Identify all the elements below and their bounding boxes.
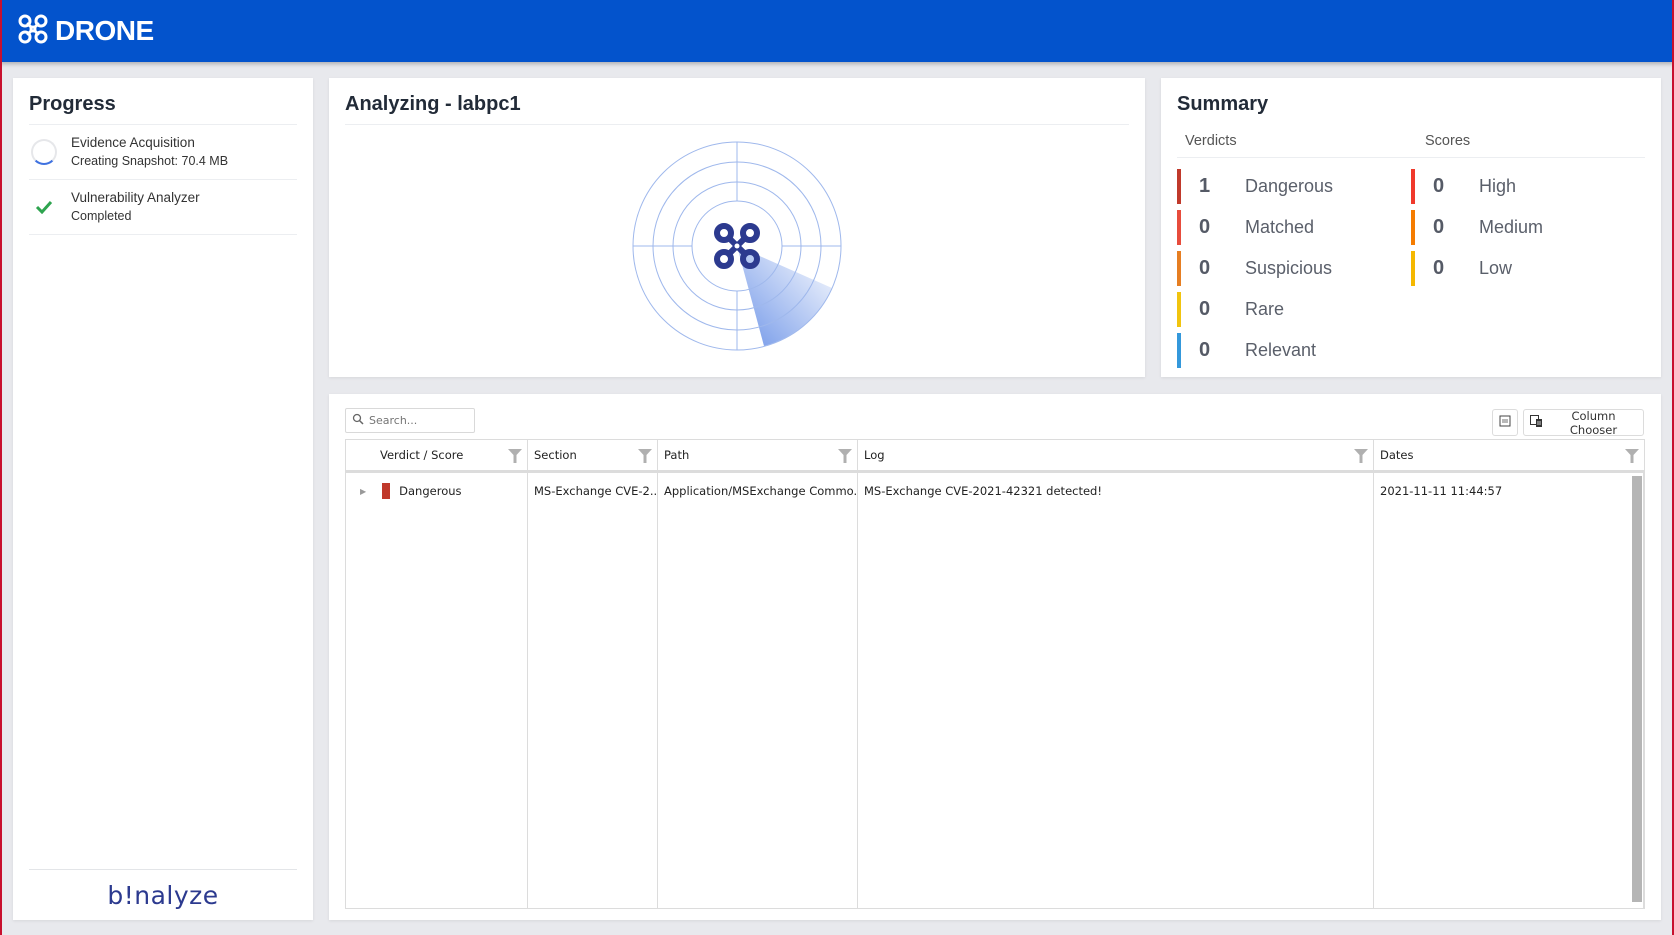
progress-item-status: Completed xyxy=(71,209,132,223)
verdict-count: 0 xyxy=(1199,216,1211,238)
progress-item-name: Evidence Acquisition xyxy=(71,135,195,150)
search-icon xyxy=(352,412,369,430)
severity-bar xyxy=(1411,210,1415,245)
score-medium[interactable]: 0 Medium xyxy=(1411,207,1645,248)
brand-logo[interactable]: DRONE xyxy=(17,13,154,50)
verdict-count: 0 xyxy=(1199,339,1211,361)
search-box[interactable] xyxy=(345,408,475,433)
verdict-relevant[interactable]: 0 Relevant xyxy=(1177,330,1411,371)
progress-item-name: Vulnerability Analyzer xyxy=(71,190,200,205)
table-row-verdict-cell[interactable]: ▶ Dangerous xyxy=(346,473,527,509)
filter-icon[interactable] xyxy=(638,449,652,463)
severity-bar xyxy=(1411,251,1415,286)
verdict-count: 1 xyxy=(1199,175,1211,197)
table-row-path-cell[interactable]: Application/MSExchange Commo... xyxy=(658,473,857,509)
binalyze-logo: b!nalyze xyxy=(107,881,219,910)
column-chooser-button[interactable]: Column Chooser xyxy=(1523,408,1644,437)
progress-item-vulnerability-analyzer: Vulnerability Analyzer Completed xyxy=(29,180,297,235)
progress-item-evidence-acquisition: Evidence Acquisition Creating Snapshot: … xyxy=(29,125,297,180)
score-count: 0 xyxy=(1433,175,1445,197)
verdict-value: Dangerous xyxy=(399,484,462,498)
severity-bar xyxy=(1177,210,1181,245)
severity-bar xyxy=(1177,169,1181,204)
scores-list: 0 High 0 Medium 0 Low xyxy=(1411,166,1645,371)
column-title: Log xyxy=(864,448,885,462)
score-high[interactable]: 0 High xyxy=(1411,166,1645,207)
verdict-color-chip xyxy=(382,483,391,499)
filter-icon[interactable] xyxy=(838,449,852,463)
severity-bar xyxy=(1177,292,1181,327)
score-count: 0 xyxy=(1433,216,1445,238)
progress-item-status: Creating Snapshot: 70.4 MB xyxy=(71,154,229,168)
verdicts-header: Verdicts xyxy=(1185,132,1237,149)
summary-title: Summary xyxy=(1177,93,1269,115)
summary-panel: Summary Verdicts Scores 1 Dangerous 0 Ma… xyxy=(1161,78,1661,377)
column-header-log[interactable]: Log xyxy=(858,440,1374,470)
export-xlsx-icon xyxy=(1499,415,1511,430)
footer-divider xyxy=(29,869,297,870)
drone-icon xyxy=(17,13,49,50)
top-bar: DRONE xyxy=(0,0,1674,62)
column-chooser-icon xyxy=(1530,414,1544,431)
column-header-section[interactable]: Section xyxy=(528,440,658,470)
column-title: Verdict / Score xyxy=(380,448,464,462)
table-row-section-cell[interactable]: MS-Exchange CVE-2... xyxy=(528,473,657,509)
grid-body: ▶ Dangerous MS-Exchange CVE-2... Applica… xyxy=(346,473,1644,908)
grid-header: Verdict / Score Section Path Log Dates xyxy=(346,440,1644,473)
column-header-dates[interactable]: Dates xyxy=(1374,440,1644,470)
progress-panel: Progress Evidence Acquisition Creating S… xyxy=(13,78,313,920)
column-chooser-label: Column Chooser xyxy=(1569,408,1618,437)
column-title: Dates xyxy=(1380,448,1414,462)
verdict-matched[interactable]: 0 Matched xyxy=(1177,207,1411,248)
window-edge-left xyxy=(0,0,2,935)
column-header-verdict[interactable]: Verdict / Score xyxy=(346,440,528,470)
findings-grid-panel: Column Chooser Verdict / Score Section P… xyxy=(329,394,1661,920)
verdict-label: Matched xyxy=(1245,217,1315,237)
score-label: High xyxy=(1479,176,1517,196)
verdict-rare[interactable]: 0 Rare xyxy=(1177,289,1411,330)
export-xlsx-button[interactable] xyxy=(1492,409,1518,436)
verdict-label: Suspicious xyxy=(1245,258,1333,278)
expand-row-icon[interactable]: ▶ xyxy=(360,487,366,496)
severity-bar xyxy=(1411,169,1415,204)
score-count: 0 xyxy=(1433,257,1445,279)
table-row-date-cell[interactable]: 2021-11-11 11:44:57 xyxy=(1374,473,1643,509)
analyzing-title: Analyzing - labpc1 xyxy=(345,93,521,115)
analyzing-panel: Analyzing - labpc1 xyxy=(329,78,1145,377)
score-label: Low xyxy=(1479,258,1513,278)
spinner-icon xyxy=(29,137,59,167)
filter-icon[interactable] xyxy=(508,449,522,463)
search-input[interactable] xyxy=(369,414,469,427)
scores-header: Scores xyxy=(1425,132,1471,149)
verdicts-list: 1 Dangerous 0 Matched 0 Suspicious 0 Rar… xyxy=(1177,166,1411,371)
verdict-dangerous[interactable]: 1 Dangerous xyxy=(1177,166,1411,207)
divider xyxy=(345,124,1129,125)
filter-icon[interactable] xyxy=(1625,449,1639,463)
radar-sweep xyxy=(737,246,832,346)
verdict-label: Relevant xyxy=(1245,340,1317,360)
verdict-suspicious[interactable]: 0 Suspicious xyxy=(1177,248,1411,289)
brand-name: DRONE xyxy=(55,15,154,46)
radar-drone-icon xyxy=(632,141,842,351)
score-low[interactable]: 0 Low xyxy=(1411,248,1645,289)
table-row-log-cell[interactable]: MS-Exchange CVE-2021-42321 detected! xyxy=(858,473,1373,509)
verdict-label: Dangerous xyxy=(1245,176,1334,196)
findings-grid: Verdict / Score Section Path Log Dates ▶… xyxy=(345,439,1645,909)
column-header-path[interactable]: Path xyxy=(658,440,858,470)
verdict-label: Rare xyxy=(1245,299,1285,319)
severity-bar xyxy=(1177,251,1181,286)
column-title: Path xyxy=(664,448,690,462)
progress-title: Progress xyxy=(29,93,116,115)
check-icon xyxy=(29,192,59,222)
verdict-count: 0 xyxy=(1199,257,1211,279)
filter-icon[interactable] xyxy=(1354,449,1368,463)
score-label: Medium xyxy=(1479,217,1544,237)
severity-bar xyxy=(1177,333,1181,368)
verdict-count: 0 xyxy=(1199,298,1211,320)
vertical-scrollbar[interactable] xyxy=(1632,476,1642,902)
